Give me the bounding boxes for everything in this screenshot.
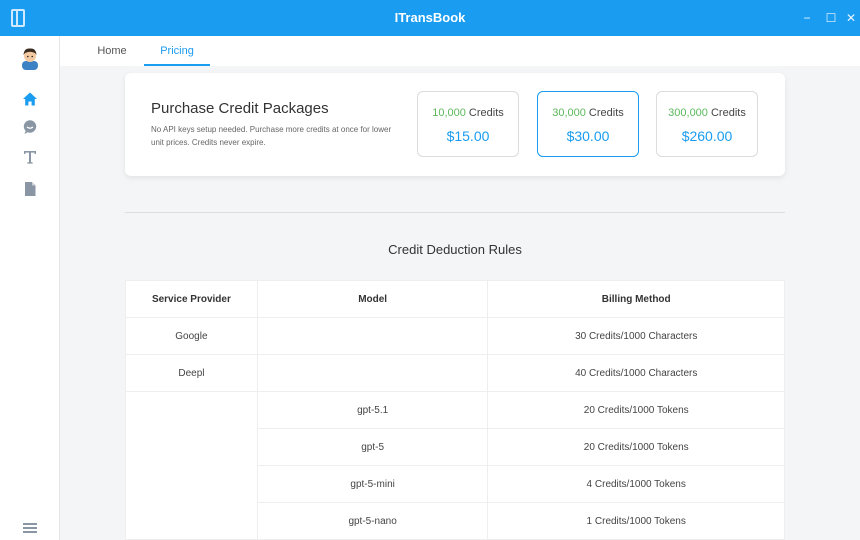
package-option-10000[interactable]: 10,000 Credits $15.00 xyxy=(417,91,519,157)
sidebar-item-text[interactable] xyxy=(0,145,60,173)
credit-rules-table: Service Provider Model Billing Method Go… xyxy=(125,280,785,540)
column-header-provider: Service Provider xyxy=(125,280,258,318)
billing-cell: 30 Credits/1000 Characters xyxy=(487,317,785,355)
document-icon xyxy=(22,181,38,202)
package-price: $15.00 xyxy=(446,128,490,144)
chat-icon xyxy=(22,119,38,140)
sidebar-menu-button[interactable] xyxy=(0,520,60,540)
model-cell: gpt-5-mini xyxy=(256,465,489,503)
table-row: Google 30 Credits/1000 Characters xyxy=(125,317,785,355)
text-icon xyxy=(22,149,38,170)
sidebar-item-chat[interactable] xyxy=(0,115,60,143)
model-cell xyxy=(256,317,489,355)
provider-cell: Deepl xyxy=(125,354,258,392)
package-price: $30.00 xyxy=(566,128,610,144)
package-option-300000[interactable]: 300,000 Credits $260.00 xyxy=(656,91,758,157)
packages-title: Purchase Credit Packages xyxy=(151,100,329,117)
credit-packages-card: Purchase Credit Packages No API keys set… xyxy=(125,73,785,176)
billing-cell: 40 Credits/1000 Characters xyxy=(487,354,785,392)
table-header-row: Service Provider Model Billing Method xyxy=(125,280,785,318)
table-row: gpt-5.1 20 Credits/1000 Tokens xyxy=(125,391,785,540)
model-cell: gpt-5 xyxy=(256,428,489,466)
package-option-30000[interactable]: 30,000 Credits $30.00 xyxy=(537,91,639,157)
billing-cell: 20 Credits/1000 Tokens xyxy=(487,391,785,429)
billing-cell: 4 Credits/1000 Tokens xyxy=(487,465,785,503)
window-title: ITransBook xyxy=(394,10,466,25)
menu-icon xyxy=(23,521,37,539)
avatar[interactable] xyxy=(19,46,41,70)
section-divider xyxy=(125,212,785,213)
table-row: Deepl 40 Credits/1000 Characters xyxy=(125,354,785,392)
provider-cell xyxy=(125,391,258,540)
model-cell: gpt-5.1 xyxy=(256,391,489,429)
tab-bar: Home Pricing xyxy=(60,36,860,66)
model-cell xyxy=(256,354,489,392)
billing-cell: 20 Credits/1000 Tokens xyxy=(487,428,785,466)
sidebar xyxy=(0,36,60,540)
package-price: $260.00 xyxy=(681,128,733,144)
pricing-page: Purchase Credit Packages No API keys set… xyxy=(60,66,860,540)
rules-title: Credit Deduction Rules xyxy=(388,242,522,257)
column-header-model: Model xyxy=(256,280,489,318)
tab-pricing[interactable]: Pricing xyxy=(144,36,210,66)
sidebar-item-document[interactable] xyxy=(0,177,60,205)
package-credits: 10,000 Credits xyxy=(432,107,504,119)
close-button[interactable]: ✕ xyxy=(846,0,860,36)
column-header-billing: Billing Method xyxy=(487,280,785,318)
home-icon xyxy=(22,91,38,112)
package-credits: 30,000 Credits xyxy=(552,107,624,119)
maximize-button[interactable]: ☐ xyxy=(816,0,846,36)
title-bar: ITransBook − ☐ ✕ xyxy=(0,0,860,36)
billing-cell: 1 Credits/1000 Tokens xyxy=(487,502,785,540)
model-cell: gpt-5-nano xyxy=(256,502,489,540)
tab-home[interactable]: Home xyxy=(88,36,136,66)
provider-cell: Google xyxy=(125,317,258,355)
package-credits: 300,000 Credits xyxy=(668,107,746,119)
packages-description: No API keys setup needed. Purchase more … xyxy=(151,125,392,147)
sidebar-item-home[interactable] xyxy=(0,87,60,115)
